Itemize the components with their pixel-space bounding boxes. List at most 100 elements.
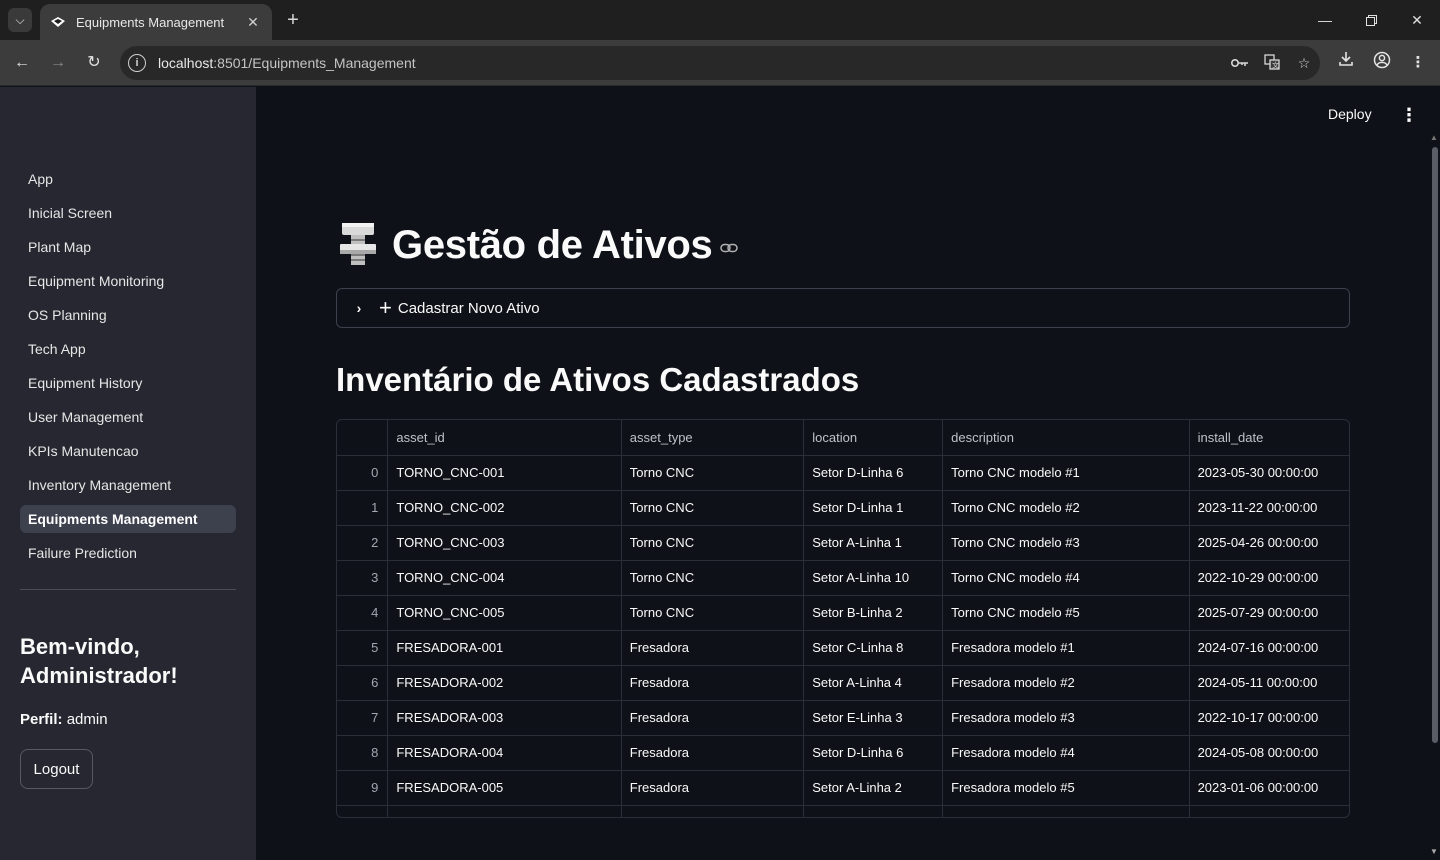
cell-asset-type[interactable]: Fresadora: [621, 735, 805, 771]
cell-install-date[interactable]: 2023-01-06 00:00:00: [1189, 770, 1349, 806]
cell-install-date[interactable]: 2024-05-11 00:00:00: [1189, 665, 1349, 701]
cell-asset-id[interactable]: TORNO_CNC-003: [387, 525, 622, 561]
cell-install-date[interactable]: 2022-10-29 00:00:00: [1189, 560, 1349, 596]
cell-location[interactable]: Setor E-Linha 3: [803, 700, 944, 736]
sidebar-item-failure-prediction[interactable]: Failure Prediction: [20, 539, 236, 567]
cell-install-date[interactable]: 2022-10-17 00:00:00: [1189, 700, 1349, 736]
cell-asset-id[interactable]: TORNO_CNC-002: [387, 490, 622, 526]
column-header-description[interactable]: description: [942, 420, 1190, 456]
column-header-asset-id[interactable]: asset_id: [387, 420, 622, 456]
cell-location[interactable]: Setor A-Linha 1: [803, 525, 944, 561]
main-menu-icon[interactable]: ⋮: [1400, 105, 1418, 125]
cell-location[interactable]: Setor A-Linha 10: [803, 560, 944, 596]
sidebar-nav: App Inicial Screen Plant Map Equipment M…: [20, 165, 236, 573]
address-bar[interactable]: i localhost:8501/Equipments_Management 文…: [120, 46, 1320, 80]
column-header-index[interactable]: [337, 420, 389, 456]
cell-asset-type[interactable]: Torno CNC: [621, 560, 805, 596]
sidebar-item-inventory-management[interactable]: Inventory Management: [20, 471, 236, 499]
cell-description[interactable]: Torno CNC modelo #1: [942, 455, 1190, 491]
cell-asset-id[interactable]: FRESADORA-003: [387, 700, 622, 736]
cell-install-date[interactable]: 2023-11-22 00:00:00: [1189, 490, 1349, 526]
cell-description[interactable]: Fresadora modelo #5: [942, 770, 1190, 806]
site-info-icon[interactable]: i: [128, 54, 146, 72]
cell-description[interactable]: Fresadora modelo #2: [942, 665, 1190, 701]
cell-location[interactable]: Setor A-Linha 4: [803, 665, 944, 701]
cell-asset-id[interactable]: FRESADORA-002: [387, 665, 622, 701]
new-asset-expander[interactable]: › + Cadastrar Novo Ativo: [336, 288, 1350, 328]
column-header-asset-type[interactable]: asset_type: [621, 420, 805, 456]
cell-description[interactable]: Fresadora modelo #3: [942, 700, 1190, 736]
cell-asset-type[interactable]: Torno CNC: [621, 595, 805, 631]
expander-label: Cadastrar Novo Ativo: [397, 299, 540, 317]
cell-asset-type[interactable]: Fresadora: [621, 770, 805, 806]
column-header-install-date[interactable]: install_date: [1189, 420, 1349, 456]
close-tab-icon[interactable]: ✕: [244, 14, 262, 31]
cell-asset-type[interactable]: Torno CNC: [621, 455, 805, 491]
cell-location[interactable]: Setor D-Linha 6: [803, 455, 944, 491]
sidebar-item-tech-app[interactable]: Tech App: [20, 335, 236, 363]
translate-icon[interactable]: 文: [1256, 53, 1288, 73]
table-row: 6 FRESADORA-002 Fresadora Setor A-Linha …: [337, 665, 1349, 701]
browser-tab[interactable]: Equipments Management ✕: [40, 4, 272, 40]
cell-description[interactable]: Fresadora modelo #1: [942, 630, 1190, 666]
back-arrow-icon[interactable]: ←: [10, 51, 34, 75]
cell-install-date[interactable]: 2025-04-26 00:00:00: [1189, 525, 1349, 561]
column-header-location[interactable]: location: [803, 420, 944, 456]
cell-description[interactable]: Torno CNC modelo #3: [942, 525, 1190, 561]
sidebar-item-os-planning[interactable]: OS Planning: [20, 301, 236, 329]
cell-install-date[interactable]: 2025-07-29 00:00:00: [1189, 595, 1349, 631]
sidebar-item-equipment-history[interactable]: Equipment History: [20, 369, 236, 397]
cell-description[interactable]: Torno CNC modelo #4: [942, 560, 1190, 596]
tab-search-button[interactable]: ⌵: [8, 8, 32, 32]
cell-location[interactable]: Setor A-Linha 2: [803, 770, 944, 806]
cell-asset-id[interactable]: FRESADORA-004: [387, 735, 622, 771]
cell-description[interactable]: Fresadora modelo #4: [942, 735, 1190, 771]
minimize-button[interactable]: —: [1302, 0, 1348, 40]
cell-description[interactable]: Torno CNC modelo #5: [942, 595, 1190, 631]
url-text[interactable]: localhost:8501/Equipments_Management: [158, 55, 1224, 71]
cell-location[interactable]: Setor D-Linha 6: [803, 735, 944, 771]
cell-asset-type[interactable]: Fresadora: [621, 630, 805, 666]
sidebar-item-app[interactable]: App: [20, 165, 236, 193]
browser-menu-icon[interactable]: ⋮: [1406, 51, 1430, 75]
deploy-button[interactable]: Deploy: [1328, 106, 1372, 122]
browser-toolbar: ← → ↻ i localhost:8501/Equipments_Manage…: [0, 40, 1440, 86]
cell-asset-id[interactable]: FRESADORA-005: [387, 770, 622, 806]
cell-asset-type[interactable]: Fresadora: [621, 665, 805, 701]
cell-location[interactable]: Setor D-Linha 1: [803, 490, 944, 526]
cell-install-date[interactable]: 2024-07-16 00:00:00: [1189, 630, 1349, 666]
cell-asset-type[interactable]: Fresadora: [621, 700, 805, 736]
restore-button[interactable]: [1348, 0, 1394, 40]
logout-button[interactable]: Logout: [20, 749, 93, 789]
link-icon[interactable]: [720, 240, 739, 258]
cell-location[interactable]: Setor C-Linha 8: [803, 630, 944, 666]
cell-location[interactable]: Setor B-Linha 2: [803, 595, 944, 631]
scroll-down-arrow-icon[interactable]: ▼: [1430, 847, 1438, 856]
bookmark-star-icon[interactable]: ☆: [1288, 55, 1320, 72]
cell-install-date[interactable]: 2024-05-08 00:00:00: [1189, 735, 1349, 771]
reload-icon[interactable]: ↻: [82, 51, 106, 75]
sidebar-item-kpis-manutencao[interactable]: KPIs Manutencao: [20, 437, 236, 465]
new-tab-button[interactable]: +: [282, 9, 304, 31]
cell-install-date[interactable]: 2023-05-30 00:00:00: [1189, 455, 1349, 491]
sidebar-item-equipments-management[interactable]: Equipments Management: [20, 505, 236, 533]
cell-asset-id[interactable]: TORNO_CNC-004: [387, 560, 622, 596]
assets-table[interactable]: asset_id asset_type location description…: [336, 419, 1350, 818]
sidebar-item-plant-map[interactable]: Plant Map: [20, 233, 236, 261]
sidebar-item-equipment-monitoring[interactable]: Equipment Monitoring: [20, 267, 236, 295]
cell-asset-id[interactable]: TORNO_CNC-005: [387, 595, 622, 631]
password-key-icon[interactable]: [1224, 55, 1256, 71]
close-window-button[interactable]: ✕: [1394, 0, 1440, 40]
cell-asset-type[interactable]: Torno CNC: [621, 525, 805, 561]
cell-asset-type[interactable]: Torno CNC: [621, 490, 805, 526]
forward-arrow-icon[interactable]: →: [46, 51, 70, 75]
cell-asset-id[interactable]: FRESADORA-001: [387, 630, 622, 666]
scrollbar[interactable]: [1432, 147, 1438, 743]
profile-icon[interactable]: [1370, 51, 1394, 75]
download-icon[interactable]: [1334, 51, 1358, 75]
scroll-up-arrow-icon[interactable]: ▲: [1430, 133, 1438, 142]
sidebar-item-inicial-screen[interactable]: Inicial Screen: [20, 199, 236, 227]
cell-description[interactable]: Torno CNC modelo #2: [942, 490, 1190, 526]
cell-asset-id[interactable]: TORNO_CNC-001: [387, 455, 622, 491]
sidebar-item-user-management[interactable]: User Management: [20, 403, 236, 431]
